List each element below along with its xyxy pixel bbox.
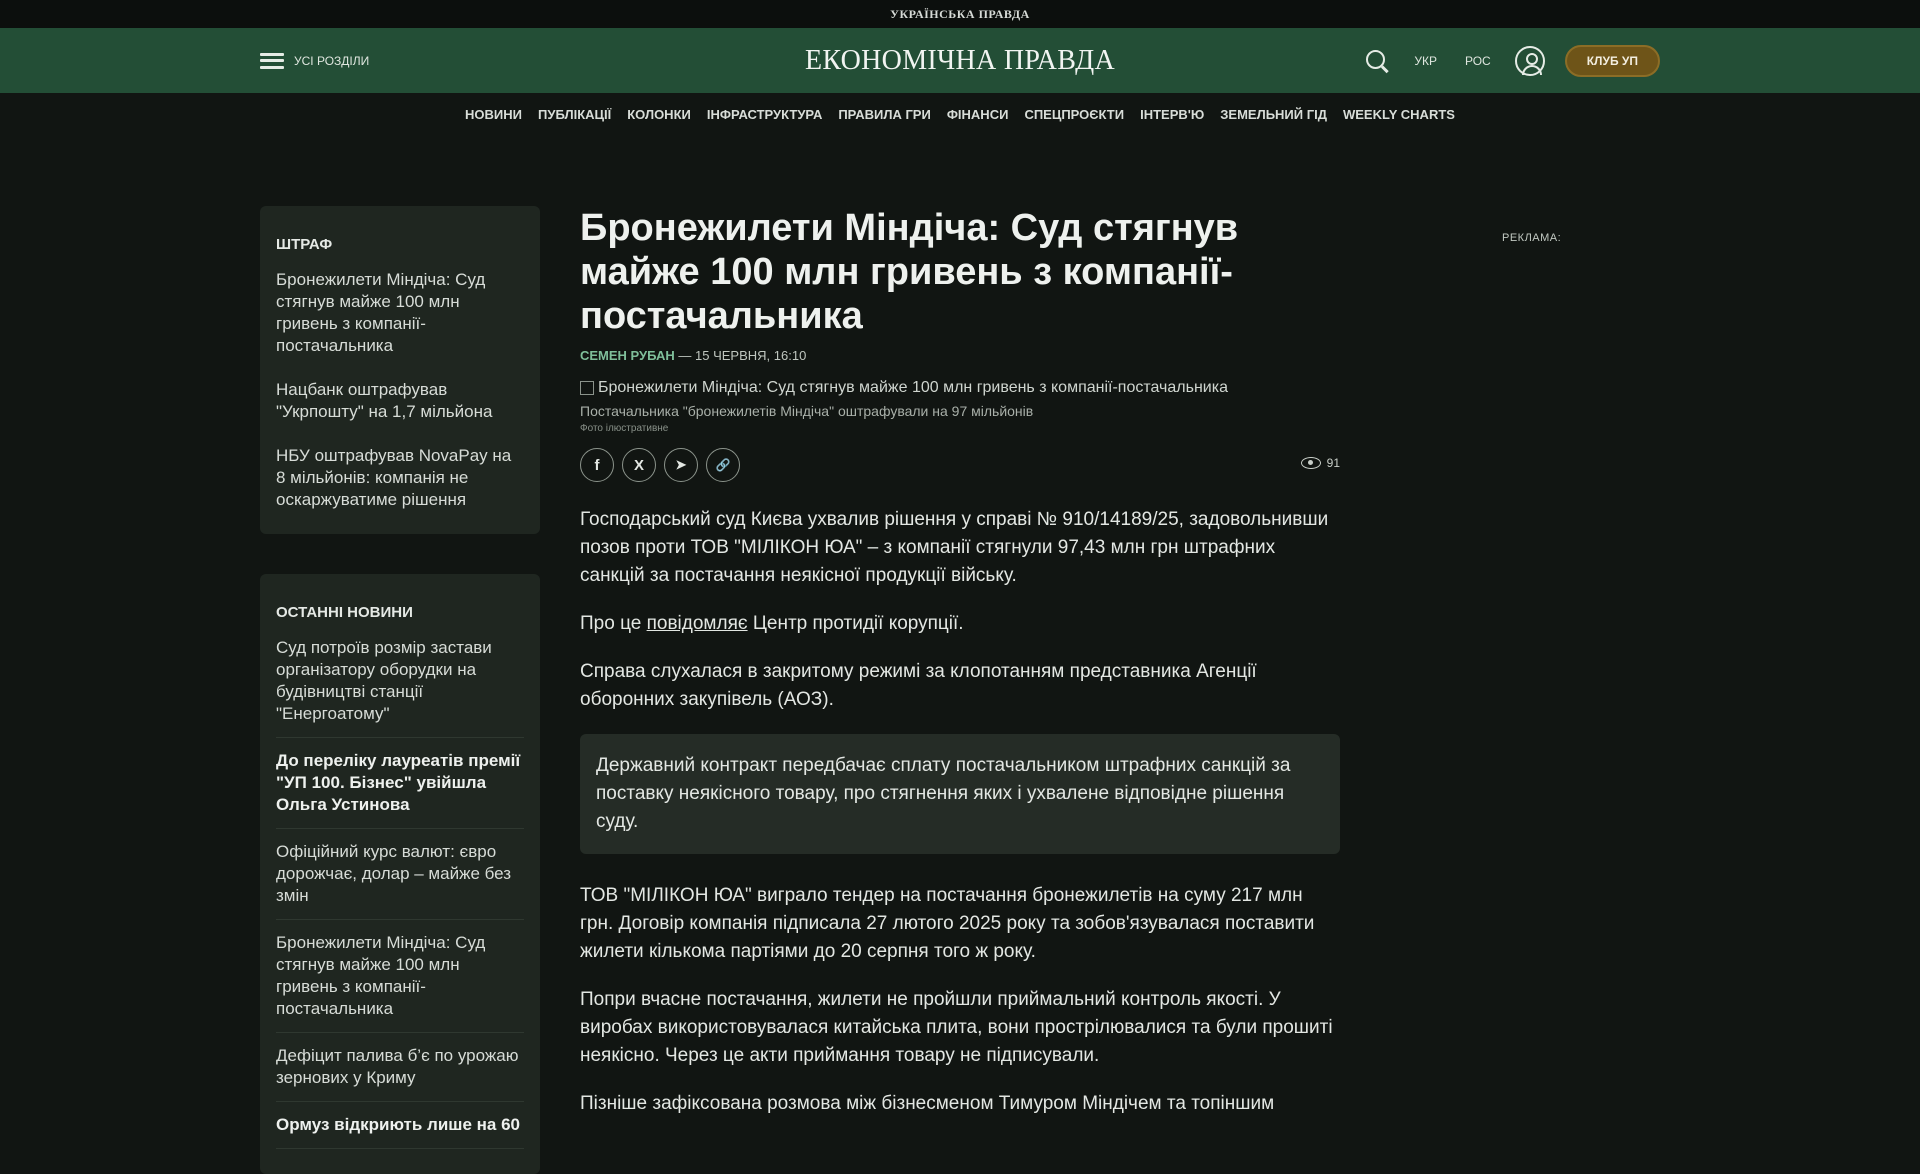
image-caption: Постачальника "бронежилетів Міндіча" ошт…	[580, 403, 1034, 419]
top-brand-bar: УКРАЇНСЬКА ПРАВДА	[0, 0, 1920, 28]
nav-item-news[interactable]: НОВИНИ	[465, 107, 522, 122]
article: Бронежилети Міндіча: Суд стягнув майже 1…	[580, 206, 1340, 1138]
article-paragraph: Про це повідомляє Центр протидії корупці…	[580, 610, 1340, 638]
lang-ros-link[interactable]: РОС	[1461, 54, 1495, 68]
tag-box-title[interactable]: ШТРАФ	[276, 236, 524, 253]
article-paragraph: Попри вчасне постачання, жилети не пройш…	[580, 989, 1333, 1066]
author-link[interactable]: СЕМЕН РУБАН	[580, 348, 675, 363]
tag-box-item[interactable]: НБУ оштрафував NovaPay на 8 мільйонів: к…	[276, 445, 524, 511]
news-item[interactable]: Ормуз відкриють лише на 60	[276, 1114, 524, 1149]
news-item[interactable]: Дефіцит палива б’є по урожаю зернових у …	[276, 1045, 524, 1102]
telegram-share-icon[interactable]: ➤	[664, 448, 698, 482]
article-paragraph: Господарський суд Києва ухвалив рішення …	[580, 509, 1329, 586]
tag-box: ШТРАФ Бронежилети Міндіча: Суд стягнув м…	[260, 206, 540, 534]
nav-item-interview[interactable]: ІНТЕРВ'Ю	[1140, 107, 1204, 122]
source-link[interactable]: повідомляє	[647, 613, 748, 634]
facebook-share-icon[interactable]: f	[580, 448, 614, 482]
nav-item-weekly-charts[interactable]: WEEKLY CHARTS	[1343, 107, 1455, 122]
nav-item-rules[interactable]: ПРАВИЛА ГРИ	[838, 107, 931, 122]
article-image: Бронежилети Міндіча: Суд стягнув майже 1…	[580, 379, 1340, 397]
club-up-button[interactable]: КЛУБ УП	[1564, 44, 1660, 77]
eye-icon	[1300, 457, 1321, 469]
nav-item-publications[interactable]: ПУБЛІКАЦІЇ	[538, 107, 611, 122]
page-layout: ШТРАФ Бронежилети Міндіча: Суд стягнув м…	[0, 135, 1920, 1174]
menu-label: УСІ РОЗДІЛИ	[294, 53, 370, 68]
copy-link-icon[interactable]: 🔗	[706, 448, 740, 482]
news-item[interactable]: Бронежилети Міндіча: Суд стягнув майже 1…	[276, 932, 524, 1033]
news-item[interactable]: Офіційний курс валют: євро дорожчає, дол…	[276, 841, 524, 920]
article-headline: Бронежилети Міндіча: Суд стягнув майже 1…	[580, 207, 1239, 337]
views-count: 91	[1326, 456, 1340, 470]
news-item[interactable]: Суд потроїв розмір застави організатору …	[276, 637, 524, 738]
para-text: Про це	[580, 613, 647, 634]
nav-item-land-guide[interactable]: ЗЕМЕЛЬНИЙ ГІД	[1220, 107, 1327, 122]
lang-ukr-link[interactable]: УКР	[1410, 54, 1441, 68]
para-text: Центр протидії корупції.	[747, 613, 964, 634]
photo-note: Фото ілюстративне	[580, 423, 669, 434]
site-header: УСІ РОЗДІЛИ ЕКОНОМІЧНА ПРАВДА УКР РОС КЛ…	[0, 28, 1920, 93]
quote-block: Державний контракт передбачає сплату пос…	[580, 734, 1340, 854]
article-paragraph: Пізніше зафіксована розмова між бізнесме…	[580, 1093, 1275, 1114]
nav-item-finance[interactable]: ФІНАНСИ	[947, 107, 1009, 122]
article-date: — 15 ЧЕРВНЯ, 16:10	[678, 348, 807, 363]
article-meta: СЕМЕН РУБАН — 15 ЧЕРВНЯ, 16:10	[580, 348, 1340, 363]
all-sections-menu[interactable]: УСІ РОЗДІЛИ	[260, 28, 369, 93]
left-sidebar: ШТРАФ Бронежилети Міндіча: Суд стягнув м…	[260, 206, 540, 1174]
main-nav: НОВИНИ ПУБЛІКАЦІЇ КОЛОНКИ ІНФРАСТРУКТУРА…	[0, 93, 1920, 135]
x-share-icon[interactable]: X	[622, 448, 656, 482]
ad-label: РЕКЛАМА:	[1502, 232, 1562, 244]
news-item[interactable]: До переліку лауреатів премії "УП 100. Бі…	[276, 750, 524, 829]
latest-news-box: ОСТАННІ НОВИНИ Суд потроїв розмір застав…	[260, 574, 540, 1174]
header-actions: УКР РОС КЛУБ УП	[1364, 28, 1660, 93]
views-counter: 91	[1300, 456, 1340, 470]
tag-box-item[interactable]: Нацбанк оштрафував "Укрпошту" на 1,7 міл…	[276, 379, 524, 423]
top-brand[interactable]: УКРАЇНСЬКА ПРАВДА	[890, 7, 1030, 22]
article-paragraph: Справа слухалася в закритому режимі за к…	[580, 661, 1257, 710]
nav-item-infrastructure[interactable]: ІНФРАСТРУКТУРА	[707, 107, 822, 122]
latest-news-title: ОСТАННІ НОВИНИ	[276, 604, 413, 621]
menu-icon	[260, 52, 284, 69]
broken-image-icon	[580, 381, 594, 395]
article-paragraph: ТОВ "МІЛІКОН ЮА" виграло тендер на поста…	[580, 885, 1315, 962]
nav-item-columns[interactable]: КОЛОНКИ	[627, 107, 691, 122]
image-alt-text: Бронежилети Міндіча: Суд стягнув майже 1…	[598, 379, 1228, 396]
search-icon[interactable]	[1364, 48, 1390, 74]
user-icon[interactable]	[1514, 45, 1545, 76]
share-bar: f X ➤ 🔗 91	[580, 448, 1340, 482]
tag-box-item[interactable]: Бронежилети Міндіча: Суд стягнув майже 1…	[276, 269, 524, 357]
nav-item-special[interactable]: СПЕЦПРОЄКТИ	[1024, 107, 1124, 122]
